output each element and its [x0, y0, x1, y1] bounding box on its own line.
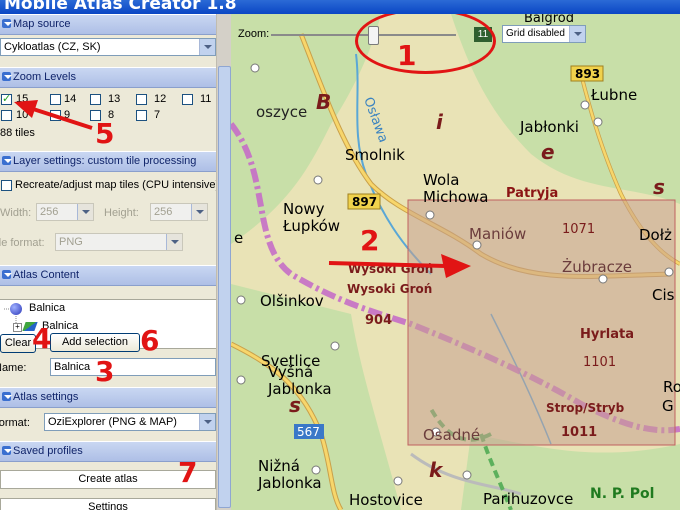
tile-format-select[interactable]: PNG: [55, 233, 183, 251]
peak-label: Wysoki Groń: [347, 282, 432, 296]
tile-width-select[interactable]: 256: [36, 203, 94, 221]
town-label: Żubracze: [562, 257, 632, 276]
town-label: Jablonka: [257, 474, 322, 492]
dropdown-arrow-icon: [191, 204, 207, 220]
town-label: oszyce: [256, 103, 307, 121]
peak-label: 904: [365, 313, 392, 328]
dropdown-arrow-icon: [199, 414, 215, 430]
map-canvas[interactable]: Balgrod oszyce B i e s Osława Smolnik Łu…: [231, 14, 680, 510]
add-selection-button[interactable]: Add selection: [50, 333, 140, 352]
road-number: 567: [297, 425, 320, 439]
tree-item-atlas[interactable]: Balnica: [29, 302, 65, 314]
map-view[interactable]: Balgrod oszyce B i e s Osława Smolnik Łu…: [231, 14, 680, 510]
town-label: Dołż: [639, 226, 672, 244]
annotation-arrow-5: [14, 100, 93, 130]
town-label: Łubne: [590, 86, 637, 104]
region-label: s: [653, 175, 665, 199]
peak-label: 1071: [562, 222, 595, 237]
dropdown-arrow-icon: [166, 234, 182, 250]
road-number: 893: [575, 67, 600, 81]
chevron-down-icon: [2, 392, 12, 401]
annotation-6: 6: [140, 324, 160, 357]
park-label: N. P. Pol: [590, 486, 654, 502]
town-label: Cis: [652, 286, 675, 304]
town-label: Vyšná: [268, 363, 313, 381]
zoom-label: Zoom:: [238, 28, 270, 40]
dropdown-arrow-icon: [569, 26, 585, 42]
town-label: Olšinkov: [260, 292, 324, 310]
annotation-3: 3: [95, 355, 115, 388]
peak-label: Hyrlata: [580, 327, 634, 342]
region-label: B: [316, 90, 331, 114]
settings-button[interactable]: Settings: [0, 498, 216, 510]
peak-label: 1011: [561, 425, 597, 440]
section-atlas-content[interactable]: Atlas Content: [0, 265, 216, 286]
town-label: Hostovice: [349, 491, 423, 509]
town-label: Jabłonki: [519, 118, 579, 136]
town-label: e: [234, 229, 243, 247]
annotation-1: 1: [397, 39, 417, 72]
selection-area[interactable]: [407, 199, 676, 446]
town-label: Nowy: [283, 200, 325, 218]
town-label: Nižná: [258, 457, 300, 475]
region-label: i: [436, 110, 444, 134]
peak-label: 1101: [583, 355, 616, 370]
town-label: Łupków: [282, 217, 340, 235]
annotation-7: 7: [178, 456, 198, 489]
town-label: Wola: [423, 171, 460, 189]
town-label: G: [662, 397, 674, 415]
clear-button[interactable]: Clear: [0, 334, 36, 353]
tile-height-select[interactable]: 256: [150, 203, 208, 221]
section-atlas-settings[interactable]: Atlas settings: [0, 387, 216, 408]
globe-icon: [10, 303, 22, 315]
expand-icon[interactable]: +: [13, 323, 22, 332]
recreate-tiles-checkbox[interactable]: [1, 180, 12, 191]
town-label: Osadné: [423, 426, 480, 444]
grid-select[interactable]: Grid disabled: [502, 25, 586, 43]
annotation-2: 2: [360, 224, 380, 257]
peak-label: Patryja: [506, 186, 558, 201]
region-label: s: [289, 393, 301, 417]
peak-label: Strop/Stryb: [546, 401, 625, 415]
atlas-name-field[interactable]: Balnica: [50, 358, 216, 376]
chevron-down-icon: [2, 270, 12, 279]
town-label: Michowa: [423, 188, 489, 206]
region-label: e: [541, 140, 555, 164]
town-label: Parihuzovce: [483, 490, 573, 508]
town-label: Ro: [663, 378, 680, 396]
chevron-down-icon: [2, 446, 12, 455]
dropdown-arrow-icon: [77, 204, 93, 220]
town-label: Maniów: [469, 225, 526, 243]
town-label: Smolnik: [345, 146, 405, 164]
annotation-4: 4: [32, 322, 52, 355]
region-label: k: [429, 458, 444, 482]
atlas-format-select[interactable]: OziExplorer (PNG & MAP): [44, 413, 216, 431]
road-number: 897: [352, 195, 377, 209]
